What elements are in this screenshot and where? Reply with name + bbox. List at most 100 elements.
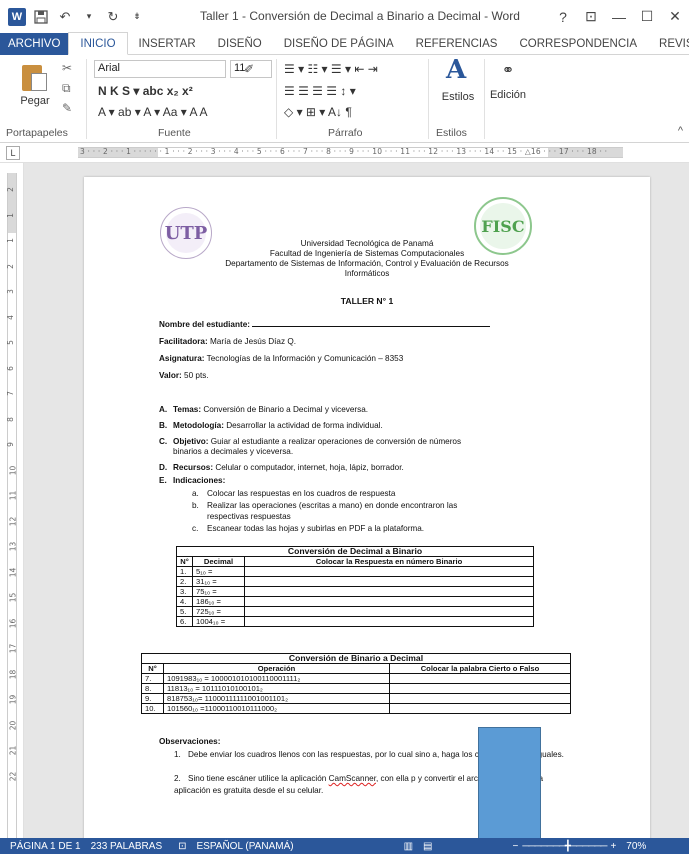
vertical-ruler-number: 14 [8,567,18,577]
paragraph-row-1[interactable]: ☰ ▾ ☷ ▾ ☰ ▾ ⇤ ⇥ [284,62,378,76]
vertical-ruler-number: 15 [8,592,18,603]
zoom-level[interactable]: 70% [616,841,646,852]
editing-button[interactable]: ⚭ Edición [488,61,528,101]
facilitator-value: María de Jesús Díaz Q. [207,337,296,346]
tab-selector[interactable]: L [6,146,20,160]
font-format-row-2[interactable]: A ▾ ab ▾ A ▾ Aa ▾ A A [98,105,208,119]
observation-text: Sino tiene escáner utilice la aplicación [188,774,329,783]
table-cell: 3. [176,586,193,597]
minimize-button[interactable]: — [605,9,633,25]
styles-label: Estilos [441,91,475,103]
vertical-ruler-number: 13 [8,541,18,552]
answer-cell[interactable] [244,606,534,617]
table-cell: 7. [141,673,164,684]
table-cell: 1004₁₀ = [192,616,245,627]
zoom-out-button[interactable]: − [432,841,518,852]
document-area[interactable]: UTP FISC Universidad Tecnológica de Pana… [24,163,689,838]
answer-cell[interactable] [389,703,571,714]
undo-dropdown-icon[interactable]: ▾ [78,6,100,28]
zoom-in-button[interactable]: + [606,841,616,852]
font-format-row-1[interactable]: N K S ▾ abc x₂ x² [98,84,193,98]
ribbon-display-button[interactable]: ⊡ [577,8,605,25]
vertical-ruler-number: 21 [8,745,18,756]
tab-inicio[interactable]: INICIO [68,32,128,55]
help-button[interactable]: ? [549,9,577,25]
subject-value: Tecnologías de la Información y Comunica… [204,354,404,363]
tab-revisar[interactable]: REVISAR [648,33,689,55]
table-caption: Conversión de Binario a Decimal [141,653,571,664]
spellcheck-word[interactable]: CamScanner [329,774,376,783]
table-row: 5. 725₁₀ = [176,606,534,617]
word-count[interactable]: 233 PALABRAS [81,841,163,852]
list-item-b: B. Metodología: Desarrollar la actividad … [159,421,383,431]
format-painter-icon[interactable]: ✎ [62,101,72,115]
save-icon[interactable] [30,6,52,28]
styles-button[interactable]: A Estilos [438,55,478,103]
list-text: binarios a decimales y viceversa. [173,447,294,456]
paragraph-row-3[interactable]: ◇ ▾ ⊞ ▾ A↓ ¶ [284,105,352,119]
list-label: Metodología: [173,421,224,430]
proofing-icon[interactable]: ⊡ [162,841,186,852]
language-indicator[interactable]: ESPAÑOL (PANAMÁ) [187,841,294,852]
group-label-styles: Estilos [436,127,467,139]
ribbon-group-labels: Portapapeles Fuente Párrafo Estilos [0,125,689,141]
paragraph-row-2[interactable]: ☰ ☰ ☰ ☰ ↕ ▾ [284,84,356,98]
group-label-font: Fuente [158,127,191,139]
page-count[interactable]: PÁGINA 1 DE 1 [0,841,81,852]
word-logo-icon[interactable]: W [6,6,28,28]
answer-cell[interactable] [244,576,534,587]
table-cell: 186₁₀ = [192,596,245,607]
vertical-ruler-number: 20 [8,720,18,730]
table-row: 2. 31₁₀ = [176,576,534,587]
list-text: Celular o computador, internet, hoja, lá… [213,463,404,472]
answer-cell[interactable] [244,616,534,627]
tab-insertar[interactable]: INSERTAR [128,33,207,55]
table-cell: 818753₁₀= 11000111111001001101₂ [163,693,390,704]
cut-icon[interactable]: ✂ [62,61,72,75]
close-button[interactable]: ✕ [661,8,689,25]
zoom-slider[interactable]: ───────╋────── [518,841,607,852]
vertical-ruler-number: 1 [5,238,15,243]
answer-cell[interactable] [244,586,534,597]
redo-icon[interactable]: ↻ [102,6,124,28]
read-mode-icon[interactable]: ▥ [294,841,413,852]
tab-correspondencia[interactable]: CORRESPONDENCIA [508,33,648,55]
ruler-numbers: 3 · · · 2 · · · 1 · · · · · · 1 · · · 2 … [80,147,608,156]
observation-number: 2. [174,774,181,783]
tab-diseno-pagina[interactable]: DISEÑO DE PÁGINA [273,33,405,55]
vertical-ruler-number: 12 [8,516,18,526]
table-cell: 1. [176,566,193,577]
table-caption-row: Conversión de Binario a Decimal [141,653,571,664]
clear-format-icon[interactable]: ✐ [244,62,254,76]
collapse-ribbon-icon[interactable]: ^ [678,125,683,137]
indication-a: a. Colocar las respuestas en los cuadros … [192,489,395,499]
undo-icon[interactable]: ↶ [54,6,76,28]
paste-button[interactable]: Pegar [14,61,56,107]
answer-cell[interactable] [389,693,571,704]
vertical-ruler-number: 2 [5,263,15,269]
answer-cell[interactable] [389,683,571,694]
maximize-button[interactable]: ☐ [633,8,661,25]
table-caption: Conversión de Decimal a Binario [176,546,534,557]
tab-diseno[interactable]: DISEÑO [207,33,273,55]
answer-cell[interactable] [389,673,571,684]
copy-icon[interactable]: ⧉ [62,81,71,96]
tab-referencias[interactable]: REFERENCIAS [405,33,509,55]
column-header: Operación [163,663,390,674]
table-row: 1. 5₁₀ = [176,566,534,577]
document-page[interactable]: UTP FISC Universidad Tecnológica de Pana… [84,177,650,838]
print-layout-icon[interactable]: ▤ [413,841,432,852]
font-name-box[interactable]: Arial [94,60,226,78]
table-header-row: N° Decimal Colocar la Respuesta en númer… [176,556,534,567]
list-letter: C. [159,437,168,446]
blue-overlay-rectangle [478,727,541,854]
answer-cell[interactable] [244,596,534,607]
list-label: Recursos: [173,463,214,472]
list-letter: A. [159,405,168,414]
observation-number: 1. [174,750,181,759]
table-row: 8. 11813₁₀ = 10111010100101₂ [141,683,571,694]
customize-icon[interactable]: ⇟ [126,6,148,28]
tab-archivo[interactable]: ARCHIVO [0,32,69,55]
answer-cell[interactable] [244,566,534,577]
indication-text: respectivas respuestas [207,512,291,521]
